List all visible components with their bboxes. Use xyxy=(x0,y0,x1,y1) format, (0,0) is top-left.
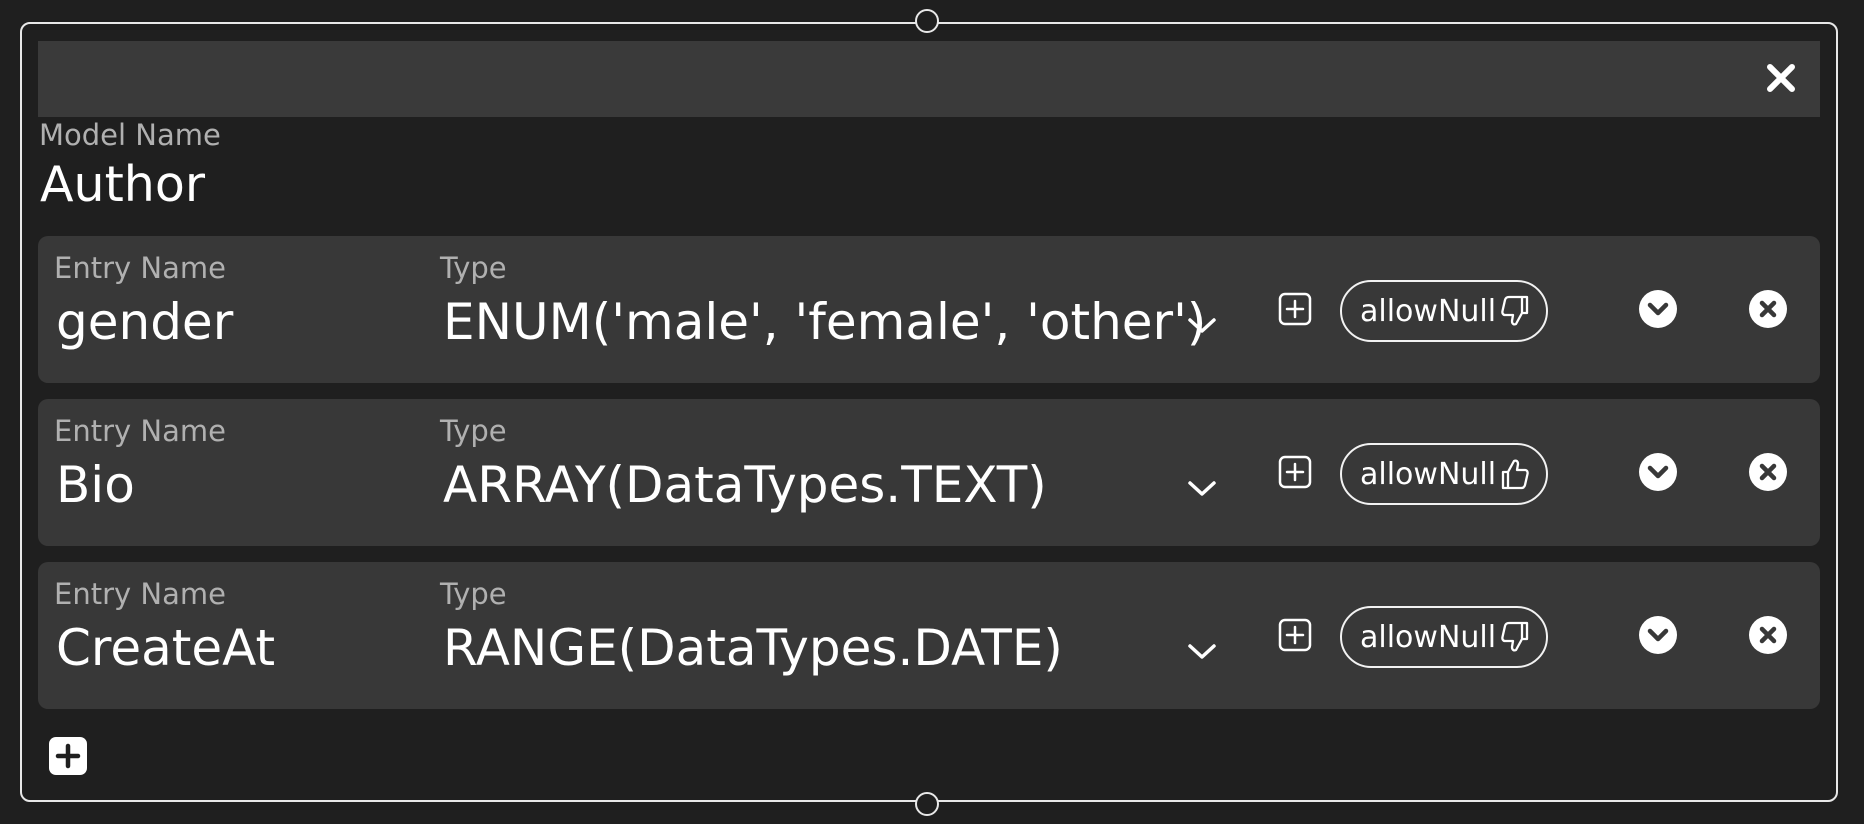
entry-name-input[interactable]: gender xyxy=(56,293,233,351)
entry-name-label: Entry Name xyxy=(54,577,226,611)
entry-row: Entry Name Type gender ENUM('male', 'fem… xyxy=(38,236,1820,383)
move-down-icon[interactable] xyxy=(1638,452,1678,492)
node-titlebar[interactable] xyxy=(38,41,1820,117)
delete-entry-icon[interactable] xyxy=(1748,452,1788,492)
type-label: Type xyxy=(440,577,507,611)
type-label: Type xyxy=(440,414,507,448)
thumbs-up-icon xyxy=(1500,457,1530,491)
add-option-icon[interactable] xyxy=(1278,618,1312,652)
thumbs-down-icon xyxy=(1500,620,1530,654)
entry-name-label: Entry Name xyxy=(54,414,226,448)
type-label: Type xyxy=(440,251,507,285)
entry-row: Entry Name Type Bio ARRAY(DataTypes.TEXT… xyxy=(38,399,1820,546)
chevron-down-icon[interactable] xyxy=(1180,473,1224,503)
entry-name-input[interactable]: CreateAt xyxy=(56,619,275,677)
entry-row: Entry Name Type CreateAt RANGE(DataTypes… xyxy=(38,562,1820,709)
delete-entry-icon[interactable] xyxy=(1748,615,1788,655)
type-select[interactable]: ENUM('male', 'female', 'other') xyxy=(443,293,1206,351)
allow-null-toggle[interactable]: allowNull xyxy=(1340,606,1548,668)
chevron-down-icon[interactable] xyxy=(1180,310,1224,340)
add-option-icon[interactable] xyxy=(1278,455,1312,489)
allow-null-toggle[interactable]: allowNull xyxy=(1340,280,1548,342)
move-down-icon[interactable] xyxy=(1638,289,1678,329)
thumbs-down-icon xyxy=(1500,294,1530,328)
add-entry-icon[interactable] xyxy=(48,736,88,776)
allow-null-toggle[interactable]: allowNull xyxy=(1340,443,1548,505)
model-name-input[interactable]: Author xyxy=(40,156,205,213)
bottom-connection-handle[interactable] xyxy=(915,792,939,816)
allow-null-label: allowNull xyxy=(1360,456,1497,492)
entry-name-input[interactable]: Bio xyxy=(56,456,135,514)
type-select[interactable]: RANGE(DataTypes.DATE) xyxy=(443,619,1063,677)
entry-name-label: Entry Name xyxy=(54,251,226,285)
model-name-label: Model Name xyxy=(39,118,221,152)
type-select[interactable]: ARRAY(DataTypes.TEXT) xyxy=(443,456,1047,514)
top-connection-handle[interactable] xyxy=(915,9,939,33)
allow-null-label: allowNull xyxy=(1360,619,1497,655)
close-icon[interactable] xyxy=(1764,61,1798,95)
chevron-down-icon[interactable] xyxy=(1180,636,1224,666)
delete-entry-icon[interactable] xyxy=(1748,289,1788,329)
allow-null-label: allowNull xyxy=(1360,293,1497,329)
move-down-icon[interactable] xyxy=(1638,615,1678,655)
add-option-icon[interactable] xyxy=(1278,292,1312,326)
